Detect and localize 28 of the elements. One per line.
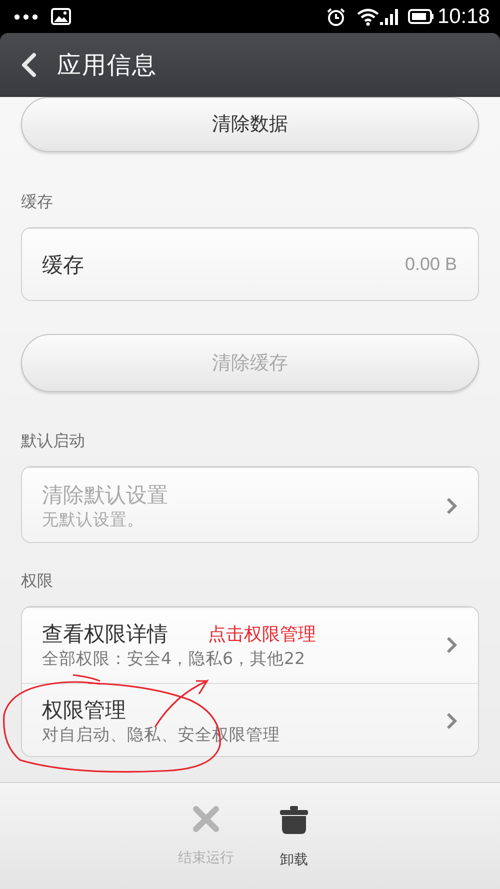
list-item[interactable]: 缓存 0.00 B: [22, 228, 478, 300]
wifi-icon: [356, 8, 380, 26]
alarm-icon: [326, 6, 346, 26]
section-label: 权限: [21, 570, 53, 592]
chevron-icon: [446, 496, 457, 515]
chevron-icon: [446, 636, 457, 654]
item-title: 查看权限详情: [42, 621, 168, 648]
item-subtitle: 无默认设置。: [42, 510, 144, 530]
signal-icon: [380, 8, 400, 24]
window-title: 应用信息: [57, 50, 157, 81]
trash-icon: [279, 805, 309, 835]
item-title: 清除默认设置: [42, 482, 168, 508]
item-title: 缓存: [42, 252, 84, 278]
chevron-icon: [446, 712, 457, 730]
more-icon: [14, 14, 38, 20]
back-button[interactable]: [20, 52, 38, 78]
item-title: 权限管理: [42, 697, 126, 724]
section-label: 缓存: [21, 190, 53, 213]
toolbar-button[interactable]: 卸载: [254, 805, 334, 889]
item-value: 0.00 B: [404, 254, 457, 276]
close-icon: [192, 805, 220, 833]
action-button[interactable]: 清除数据: [21, 97, 479, 152]
annotation-text: 点击权限管理: [208, 623, 316, 647]
item-subtitle: 全部权限：安全4，隐私6，其他22: [42, 649, 305, 670]
battery-icon: [408, 9, 434, 24]
image-icon: [51, 8, 71, 25]
clock-time: 10:18: [437, 4, 490, 28]
section-label: 默认启动: [21, 430, 85, 452]
